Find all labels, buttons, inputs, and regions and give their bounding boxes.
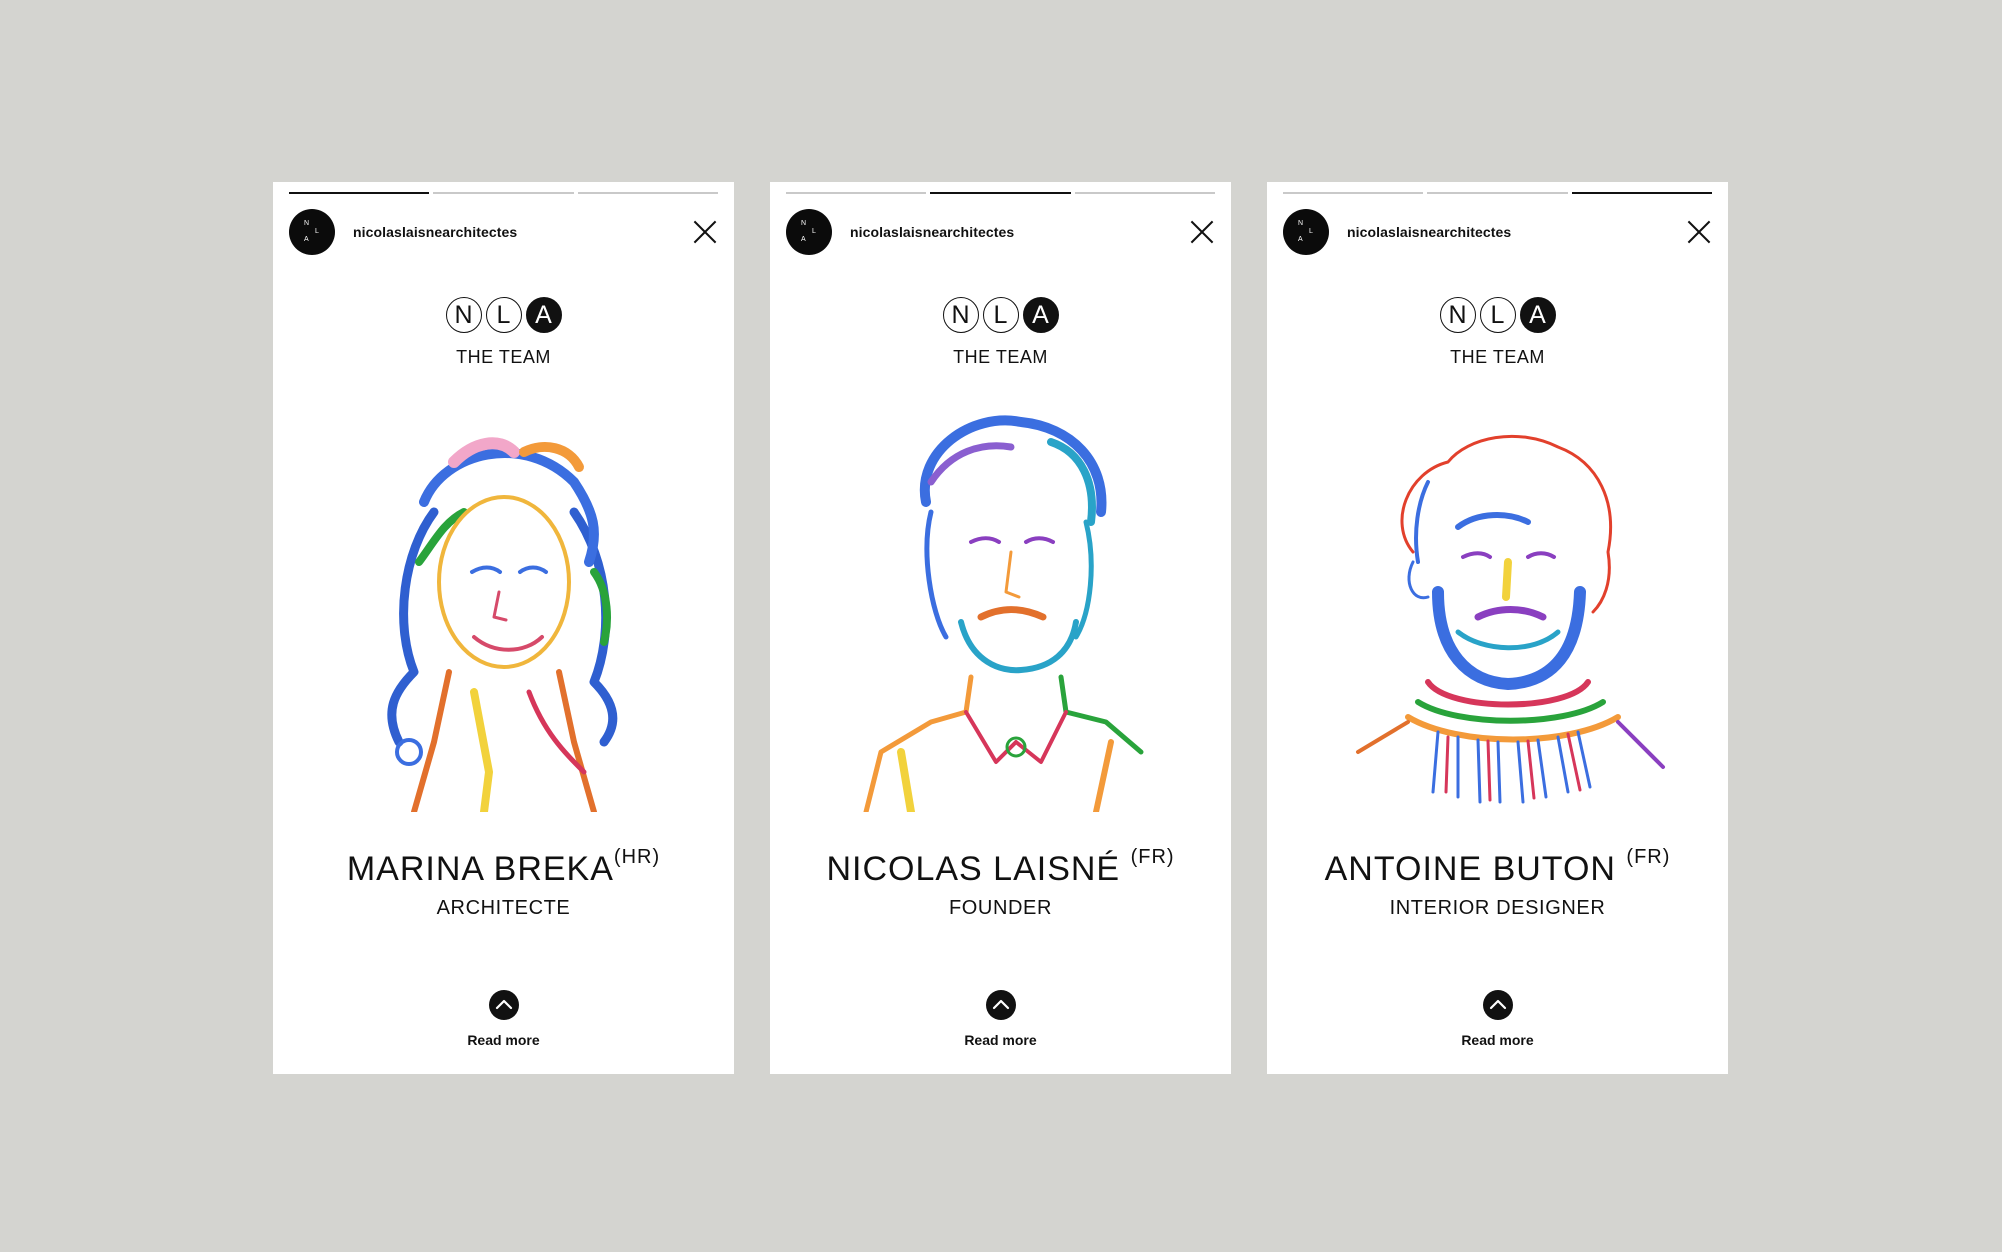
close-icon[interactable] — [1686, 219, 1712, 245]
nla-logo: N L A — [1267, 297, 1728, 333]
avatar-letter: N — [304, 220, 310, 227]
close-icon[interactable] — [692, 219, 718, 245]
portrait-bearded-man-icon — [1355, 434, 1665, 804]
progress-segment — [433, 192, 574, 194]
story-header: N L A nicolaslaisnearchitectes — [289, 208, 718, 256]
logo-letter: L — [1479, 297, 1516, 333]
progress-segment — [930, 192, 1071, 194]
close-icon[interactable] — [1189, 219, 1215, 245]
person-name: MARINA BREKA(HR) — [273, 846, 734, 889]
account-avatar[interactable]: N L A — [786, 209, 832, 255]
person-name: ANTOINE BUTON (FR) — [1267, 846, 1728, 889]
progress-segment — [1074, 192, 1215, 194]
chevron-up-icon[interactable] — [1482, 990, 1513, 1020]
chevron-up-icon[interactable] — [488, 990, 519, 1020]
logo-letter: A — [525, 297, 562, 333]
account-handle[interactable]: nicolaslaisnearchitectes — [353, 224, 692, 240]
person-role: INTERIOR DESIGNER — [1389, 897, 1606, 919]
portrait-woman-icon — [386, 437, 617, 812]
progress-segment — [577, 192, 718, 194]
progress-segment — [786, 192, 927, 194]
progress-segment — [1571, 192, 1712, 194]
avatar-letter: L — [812, 228, 816, 235]
section-label: THE TEAM — [1450, 347, 1545, 367]
story-card-2: N L A nicolaslaisnearchitectes N L A THE… — [770, 182, 1231, 1074]
avatar-letter: A — [801, 236, 806, 243]
progress-segment — [289, 192, 430, 194]
story-header: N L A nicolaslaisnearchitectes — [1283, 208, 1712, 256]
story-progress-bar — [786, 192, 1215, 194]
avatar-letter: N — [801, 220, 807, 227]
logo-letter: N — [1439, 297, 1476, 333]
avatar-letter: L — [1309, 228, 1313, 235]
read-more-link[interactable]: Read more — [1267, 1032, 1728, 1048]
stage: N L A nicolaslaisnearchitectes N L A THE… — [0, 0, 2002, 1252]
avatar-letter: A — [304, 236, 309, 243]
story-progress-bar — [289, 192, 718, 194]
story-card-1: N L A nicolaslaisnearchitectes N L A THE… — [273, 182, 734, 1074]
account-handle[interactable]: nicolaslaisnearchitectes — [850, 224, 1189, 240]
progress-segment — [1427, 192, 1568, 194]
account-avatar[interactable]: N L A — [1283, 209, 1329, 255]
person-name-text: MARINA BREKA — [346, 850, 614, 888]
story-card-3: N L A nicolaslaisnearchitectes N L A THE… — [1267, 182, 1728, 1074]
logo-letter: N — [445, 297, 482, 333]
avatar-letter: L — [315, 228, 319, 235]
person-name-text: NICOLAS LAISNÉ — [826, 850, 1121, 888]
account-avatar[interactable]: N L A — [289, 209, 335, 255]
person-role: FOUNDER — [948, 897, 1053, 919]
person-name-text: ANTOINE BUTON — [1324, 850, 1616, 888]
account-handle[interactable]: nicolaslaisnearchitectes — [1347, 224, 1686, 240]
logo-letter: N — [942, 297, 979, 333]
country-code: (FR) — [1626, 846, 1671, 868]
story-progress-bar — [1283, 192, 1712, 194]
logo-letter: A — [1022, 297, 1059, 333]
story-header: N L A nicolaslaisnearchitectes — [786, 208, 1215, 256]
portrait-man-icon — [863, 415, 1143, 812]
read-more-link[interactable]: Read more — [770, 1032, 1231, 1048]
logo-letter: L — [982, 297, 1019, 333]
chevron-up-icon[interactable] — [985, 990, 1016, 1020]
logo-letter: L — [485, 297, 522, 333]
nla-logo: N L A — [273, 297, 734, 333]
country-code: (HR) — [613, 846, 661, 868]
read-more-link[interactable]: Read more — [273, 1032, 734, 1048]
avatar-letter: A — [1298, 236, 1303, 243]
country-code: (FR) — [1130, 846, 1175, 868]
person-role: ARCHITECTE — [436, 897, 571, 919]
progress-segment — [1283, 192, 1424, 194]
section-label: THE TEAM — [456, 347, 551, 367]
logo-letter: A — [1519, 297, 1556, 333]
nla-logo: N L A — [770, 297, 1231, 333]
section-label: THE TEAM — [953, 347, 1048, 367]
avatar-letter: N — [1298, 220, 1304, 227]
person-name: NICOLAS LAISNÉ (FR) — [770, 846, 1231, 889]
